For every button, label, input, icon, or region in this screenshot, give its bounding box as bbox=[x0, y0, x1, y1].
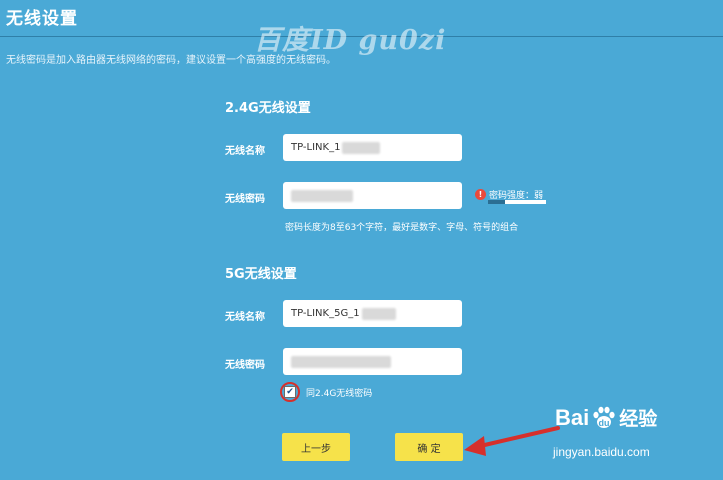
password-label-24g: 无线密码 bbox=[225, 194, 265, 205]
ssid-input-24g[interactable]: TP-LINK_1 bbox=[283, 134, 462, 161]
section-heading-24g: 2.4G无线设置 bbox=[225, 101, 311, 116]
password-strength-fill bbox=[488, 200, 506, 204]
annotation-circle: ✔ bbox=[280, 382, 300, 402]
section-heading-5g: 5G无线设置 bbox=[225, 267, 297, 282]
baidu-url: jingyan.baidu.com bbox=[553, 445, 650, 459]
password-input-5g[interactable] bbox=[283, 348, 462, 375]
password-hint: 密码长度为8至63个字符，最好是数字、字母、符号的组合 bbox=[285, 223, 519, 233]
same-password-checkbox[interactable]: ✔ bbox=[284, 386, 296, 398]
annotation-arrow-icon bbox=[464, 426, 560, 456]
confirm-button[interactable]: 确 定 bbox=[395, 433, 463, 461]
password-redacted bbox=[291, 355, 391, 368]
password-strength-bar bbox=[488, 200, 546, 204]
ssid-input-5g[interactable]: TP-LINK_5G_1 bbox=[283, 300, 462, 327]
baidu-jingyan-text: 经验 bbox=[619, 409, 658, 430]
svg-text:du: du bbox=[599, 418, 610, 428]
password-redacted bbox=[291, 189, 353, 202]
ssid-label-5g: 无线名称 bbox=[225, 312, 265, 323]
baidu-paw-icon: du bbox=[593, 406, 615, 428]
password-label-5g: 无线密码 bbox=[225, 360, 265, 371]
ssid-value-5g: TP-LINK_5G_1 bbox=[291, 308, 360, 319]
baidu-logo-text: Bai bbox=[555, 404, 590, 430]
ssid-redacted bbox=[342, 141, 381, 154]
intro-text: 无线密码是加入路由器无线网络的密码，建议设置一个高强度的无线密码。 bbox=[6, 55, 336, 66]
password-input-24g[interactable] bbox=[283, 182, 462, 209]
ssid-redacted bbox=[361, 307, 396, 320]
warning-icon: ! bbox=[475, 189, 486, 200]
baidu-jingyan-logo: Bai du 经验 bbox=[555, 404, 657, 431]
ssid-label-24g: 无线名称 bbox=[225, 146, 265, 157]
same-password-option[interactable]: ✔ 同2.4G无线密码 bbox=[280, 382, 372, 402]
same-password-label: 同2.4G无线密码 bbox=[306, 388, 373, 399]
ssid-value-24g: TP-LINK_1 bbox=[291, 142, 341, 153]
prev-button[interactable]: 上一步 bbox=[282, 433, 350, 461]
page-title: 无线设置 bbox=[6, 9, 78, 29]
